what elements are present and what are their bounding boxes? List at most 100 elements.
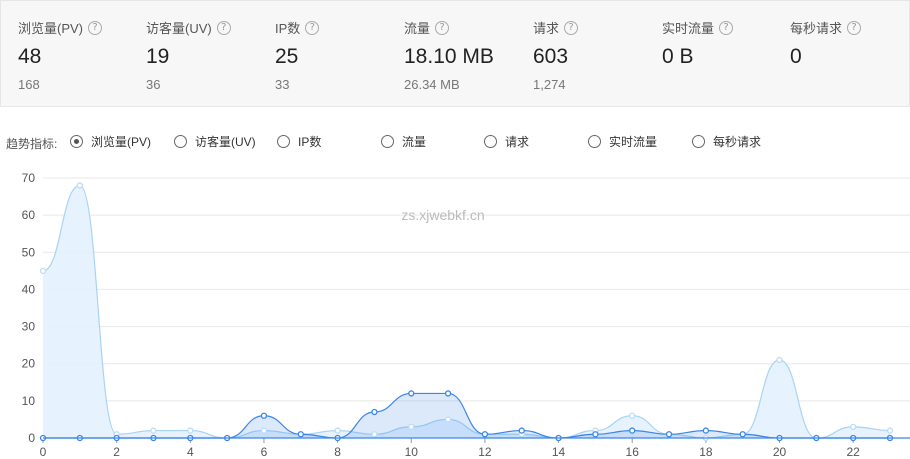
radio-button[interactable] [692, 135, 705, 148]
trend-selector: 趋势指标: 浏览量(PV) 访客量(UV) IP数 流量 请求 实时流量 每秒请求 [6, 133, 906, 151]
stat-label: 流量 [404, 21, 431, 36]
radio-button[interactable] [381, 135, 394, 148]
trend-option[interactable]: 浏览量(PV) [70, 133, 151, 150]
trend-option-label: 浏览量(PV) [91, 135, 152, 149]
trend-chart: 0 10 20 30 40 50 60 70 0 2 4 6 8 10 12 14 16 18 20 22 zs.xjw… [22, 171, 910, 459]
help-icon[interactable]: ? [305, 20, 320, 35]
y-tick-label: 70 [22, 171, 36, 185]
stat-previous-value: 1,274 [533, 77, 566, 92]
data-point [592, 431, 599, 438]
data-point [629, 427, 636, 434]
x-tick-label: 10 [405, 445, 419, 459]
stat-label: 每秒请求 [790, 21, 843, 36]
stat-value: 0 [790, 45, 802, 68]
data-point [629, 412, 636, 419]
y-tick-label: 50 [22, 245, 36, 259]
radio-button[interactable] [70, 135, 83, 148]
y-tick-label: 30 [22, 320, 36, 334]
data-point [776, 356, 783, 364]
data-point [408, 423, 415, 431]
stat-value: 48 [18, 45, 42, 68]
stat-label-row: 请求? [533, 18, 579, 37]
radio-button[interactable] [174, 135, 187, 148]
data-point [886, 427, 894, 434]
data-point [739, 431, 746, 438]
stat-label-row: 浏览量(PV)? [18, 18, 103, 37]
help-icon[interactable]: ? [435, 20, 450, 35]
data-point [260, 427, 268, 434]
help-icon[interactable]: ? [88, 20, 103, 35]
y-tick-label: 0 [28, 431, 35, 445]
help-icon[interactable]: ? [564, 20, 579, 35]
stat-label: IP数 [275, 21, 301, 36]
y-tick-label: 20 [22, 357, 36, 371]
radio-button[interactable] [277, 135, 290, 148]
data-point [150, 427, 157, 434]
help-icon[interactable]: ? [719, 20, 734, 35]
trend-label: 趋势指标: [6, 137, 58, 151]
trend-option-label: 访客量(UV) [195, 135, 256, 149]
trend-option[interactable]: 每秒请求 [692, 133, 761, 150]
watermark: zs.xjwebkf.cn [401, 207, 484, 223]
trend-option[interactable]: 实时流量 [588, 133, 657, 150]
stat-value: 18.10 MB [404, 45, 494, 68]
y-tick-label: 60 [22, 208, 36, 222]
stat-value: 0 B [662, 45, 694, 68]
stat-previous-value: 26.34 MB [404, 77, 460, 92]
radio-button[interactable] [588, 135, 601, 148]
data-point [334, 427, 341, 434]
radio-button[interactable] [484, 135, 497, 148]
x-tick-label: 20 [773, 445, 787, 459]
data-point [260, 412, 268, 419]
trend-option-label: 每秒请求 [713, 135, 762, 149]
trend-option[interactable]: 请求 [484, 133, 529, 150]
x-tick-label: 22 [846, 445, 860, 459]
data-point [408, 390, 415, 397]
data-point [371, 431, 378, 438]
stat-label: 请求 [533, 21, 560, 36]
trend-option-label: 请求 [505, 135, 530, 149]
stat-previous-value: 36 [146, 77, 161, 92]
x-tick-label: 14 [552, 445, 566, 459]
data-point [39, 267, 47, 275]
data-point [444, 416, 452, 423]
stats-panel: 浏览量(PV)? 48 168 访客量(UV)? 19 36 IP数? 25 33 流量? 18.1… [0, 0, 910, 107]
data-point [371, 408, 378, 416]
data-point [444, 390, 452, 397]
stat-label: 浏览量(PV) [18, 21, 84, 36]
x-tick-label: 18 [699, 445, 713, 459]
help-icon[interactable]: ? [216, 20, 231, 35]
trend-option[interactable]: 访客量(UV) [174, 133, 256, 150]
x-tick-label: 2 [113, 445, 120, 459]
trend-option[interactable]: IP数 [277, 133, 321, 150]
data-point [702, 427, 710, 434]
stat-value: 19 [146, 45, 170, 68]
data-point [187, 427, 194, 434]
y-tick-label: 40 [22, 282, 36, 296]
stat-value: 25 [275, 45, 299, 68]
x-tick-label: 16 [626, 445, 640, 459]
series-area [43, 185, 890, 438]
trend-option-label: 实时流量 [609, 135, 658, 149]
data-point [665, 431, 673, 438]
stat-previous-value: 33 [275, 77, 290, 92]
data-point [850, 423, 857, 431]
stat-value: 603 [533, 45, 569, 68]
stat-label-row: 每秒请求? [790, 18, 862, 37]
data-point [518, 427, 525, 434]
x-tick-label: 6 [261, 445, 268, 459]
data-point [481, 431, 489, 438]
trend-option[interactable]: 流量 [381, 133, 426, 150]
stat-label-row: IP数? [275, 18, 320, 37]
help-icon[interactable]: ? [847, 20, 862, 35]
x-tick-label: 8 [334, 445, 341, 459]
stat-label-row: 访客量(UV)? [146, 18, 231, 37]
data-point [297, 431, 304, 438]
stat-label-row: 流量? [404, 18, 450, 37]
x-tick-label: 0 [40, 445, 47, 459]
x-tick-label: 12 [478, 445, 492, 459]
trend-option-label: 流量 [402, 135, 427, 149]
stat-label-row: 实时流量? [662, 18, 734, 37]
stat-label: 实时流量 [662, 21, 715, 36]
x-tick-label: 4 [187, 445, 194, 459]
